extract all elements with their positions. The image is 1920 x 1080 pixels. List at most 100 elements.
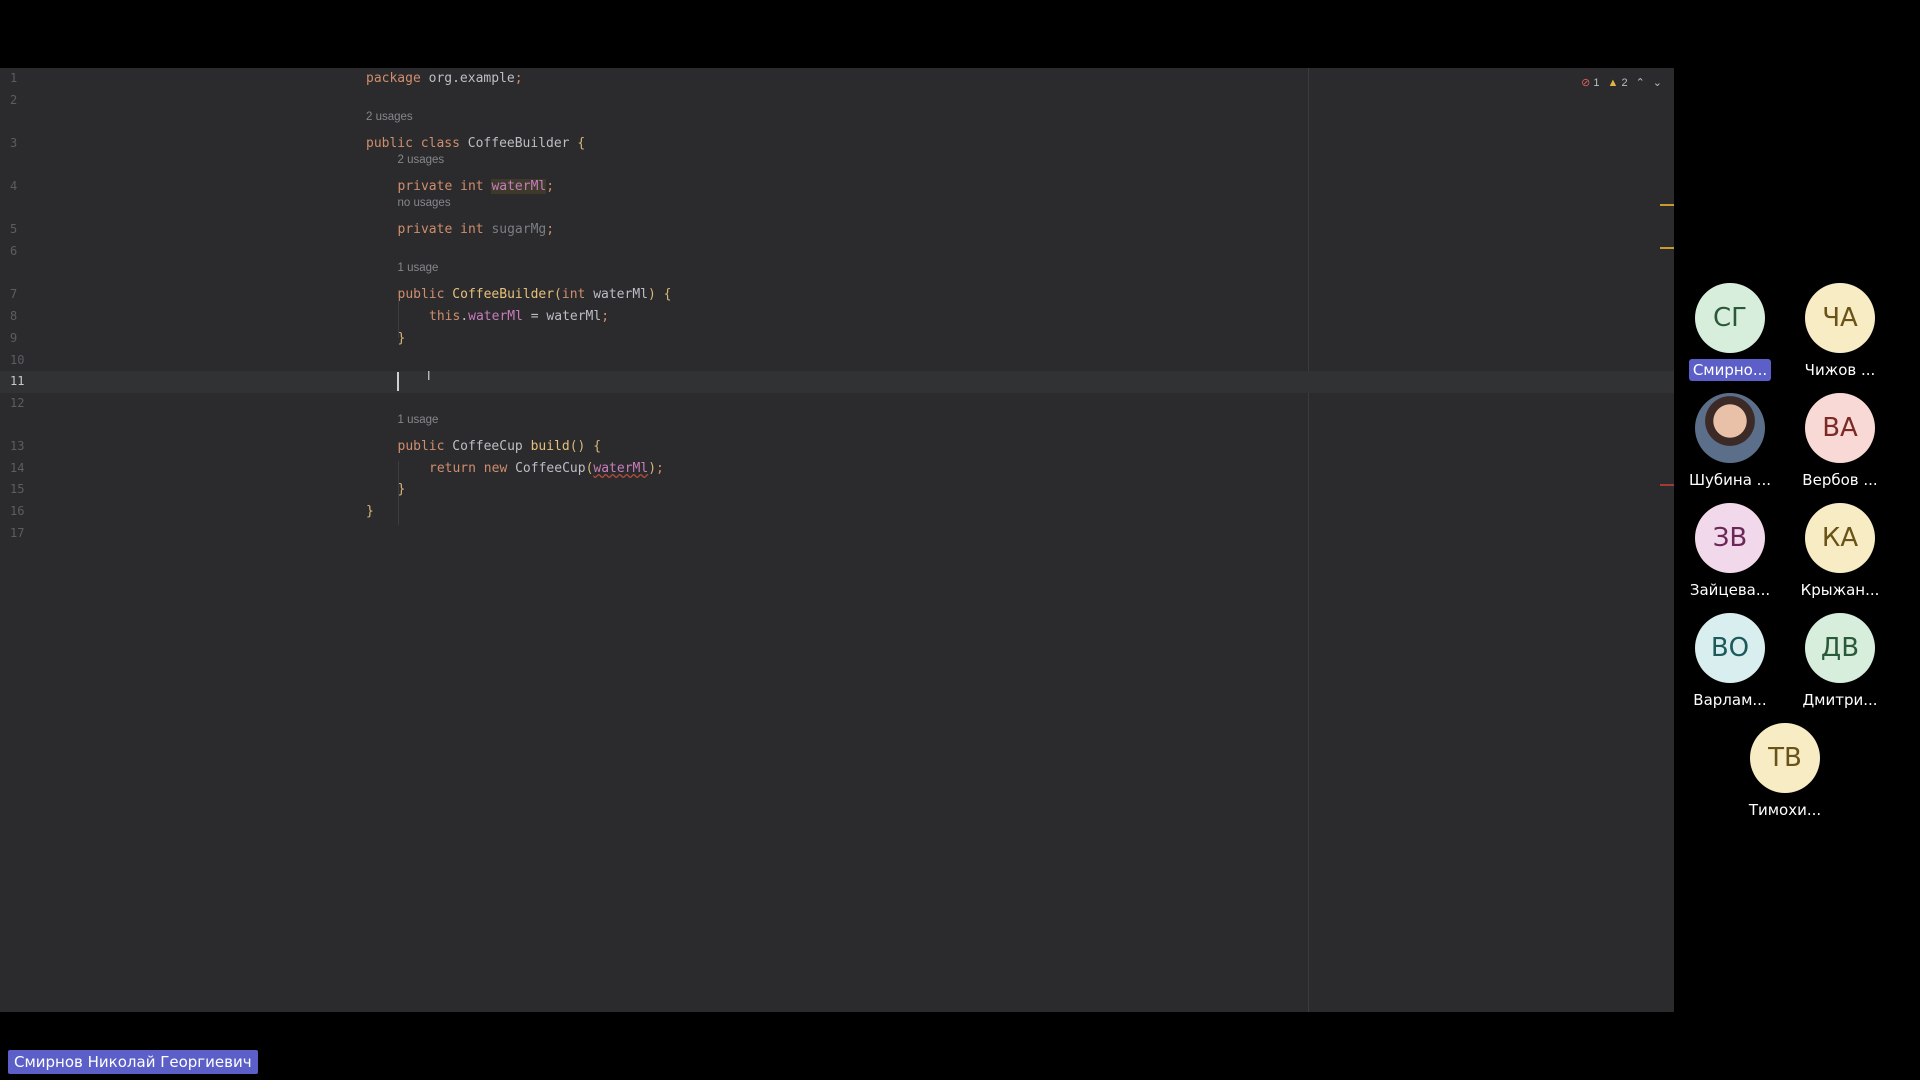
line-number[interactable]: 12 bbox=[10, 393, 24, 415]
participant-avatar: ВО bbox=[1695, 613, 1765, 683]
line-number[interactable]: 11 bbox=[10, 371, 24, 393]
participant-tile[interactable]: ЧА Чижов ... bbox=[1785, 283, 1895, 386]
code-token: CoffeeBuilder bbox=[452, 287, 555, 302]
participant-avatar: ТВ bbox=[1750, 723, 1820, 793]
code-token: ; bbox=[656, 461, 664, 476]
warning-marker[interactable] bbox=[1660, 204, 1674, 206]
participant-tile[interactable]: СГ Смирно... bbox=[1675, 283, 1785, 386]
code-line[interactable]: 4 private int waterMl; bbox=[0, 176, 1674, 198]
code-text[interactable]: public class CoffeeBuilder { bbox=[366, 133, 585, 155]
code-token: { bbox=[577, 136, 586, 151]
code-token: public bbox=[366, 136, 421, 151]
participant-tile[interactable]: ЗВ Зайцева... bbox=[1675, 503, 1785, 606]
code-text[interactable]: this.waterMl = waterMl; bbox=[429, 306, 609, 328]
code-line[interactable]: 2 bbox=[0, 90, 1674, 112]
participant-photo bbox=[1695, 393, 1765, 463]
code-line[interactable]: 17 bbox=[0, 523, 1674, 545]
code-token: int bbox=[460, 179, 492, 194]
line-number[interactable]: 6 bbox=[10, 241, 17, 263]
indent-guide bbox=[398, 461, 399, 525]
code-line[interactable]: 7 public CoffeeBuilder(int waterMl) { bbox=[0, 284, 1674, 306]
code-token: class bbox=[420, 136, 468, 151]
code-line[interactable]: 1 package org.example; bbox=[0, 68, 1674, 90]
line-number[interactable]: 8 bbox=[10, 306, 17, 328]
line-number[interactable]: 16 bbox=[10, 501, 24, 523]
code-line[interactable]: 15} bbox=[0, 479, 1674, 501]
code-token: this bbox=[429, 309, 461, 324]
code-token: sugarMg bbox=[491, 222, 547, 237]
line-number[interactable]: 4 bbox=[10, 176, 17, 198]
code-token: CoffeeBuilder bbox=[467, 136, 578, 151]
participant-tile[interactable]: КА Крыжан... bbox=[1785, 503, 1895, 606]
participant-tile[interactable]: ВА Вербов ... bbox=[1785, 393, 1895, 496]
code-token: return bbox=[429, 461, 484, 476]
code-token: ; bbox=[546, 222, 555, 237]
code-token: public bbox=[397, 287, 453, 302]
line-number[interactable]: 17 bbox=[10, 523, 24, 545]
participant-tile[interactable]: ВО Варлам... bbox=[1675, 613, 1785, 716]
line-number[interactable]: 15 bbox=[10, 479, 24, 501]
indent-guide bbox=[398, 298, 399, 338]
code-token: } bbox=[366, 504, 374, 519]
line-number[interactable]: 5 bbox=[10, 219, 17, 241]
usages-hint[interactable]: 2 usages bbox=[366, 111, 413, 123]
code-token: CoffeeCup bbox=[452, 439, 531, 454]
code-line[interactable]: 10 bbox=[0, 350, 1674, 372]
participant-avatar: ДВ bbox=[1805, 613, 1875, 683]
code-token: org.example bbox=[428, 71, 515, 86]
code-token: new bbox=[483, 461, 516, 476]
line-number[interactable]: 3 bbox=[10, 133, 17, 155]
code-text[interactable]: private int sugarMg; bbox=[398, 219, 555, 241]
code-line[interactable]: 6 bbox=[0, 241, 1674, 263]
code-token: int bbox=[460, 222, 492, 237]
line-number[interactable]: 10 bbox=[10, 350, 24, 372]
code-token: ) bbox=[648, 461, 657, 476]
code-token: private bbox=[397, 222, 461, 237]
participant-tile[interactable]: ДВ Дмитри... bbox=[1785, 613, 1895, 716]
code-text[interactable]: public CoffeeCup build() { bbox=[398, 436, 602, 458]
usages-hint[interactable]: 1 usage bbox=[398, 414, 439, 426]
code-text[interactable]: return new CoffeeCup(waterMl); bbox=[429, 458, 664, 480]
code-line[interactable]: 11 bbox=[0, 371, 1674, 393]
participant-tile[interactable]: Шубина ... bbox=[1675, 393, 1785, 496]
usages-hint[interactable]: 2 usages bbox=[398, 154, 445, 166]
code-line[interactable]: 16} bbox=[0, 501, 1674, 523]
line-number[interactable]: 2 bbox=[10, 90, 17, 112]
code-token: build bbox=[530, 439, 570, 454]
shared-screen: ⊘ 1 ▲ 2 ⌃ ⌄ 1 package org.example; 2 3 publi… bbox=[0, 68, 1674, 1012]
code-line[interactable]: 5 private int sugarMg; bbox=[0, 219, 1674, 241]
code-editor[interactable]: ⊘ 1 ▲ 2 ⌃ ⌄ 1 package org.example; 2 3 publi… bbox=[0, 68, 1674, 1012]
code-text[interactable]: public CoffeeBuilder(int waterMl) { bbox=[398, 284, 672, 306]
line-number[interactable]: 14 bbox=[10, 458, 24, 480]
code-line[interactable]: 9} bbox=[0, 328, 1674, 350]
code-line[interactable]: 3 public class CoffeeBuilder { bbox=[0, 133, 1674, 155]
code-token: CoffeeCup bbox=[515, 461, 586, 476]
code-token: int bbox=[561, 287, 594, 302]
line-number[interactable]: 7 bbox=[10, 284, 17, 306]
code-line[interactable]: 13 public CoffeeCup build() { bbox=[0, 436, 1674, 458]
usages-hint[interactable]: 1 usage bbox=[398, 262, 439, 274]
participant-tile[interactable]: ТВ Тимохи... bbox=[1730, 723, 1840, 826]
code-line[interactable]: 8 this.waterMl = waterMl; bbox=[0, 306, 1674, 328]
code-token: waterMl bbox=[593, 461, 649, 476]
participant-avatar: ЧА bbox=[1805, 283, 1875, 353]
code-text[interactable]: package org.example; bbox=[366, 68, 523, 90]
code-token: . bbox=[460, 309, 469, 324]
line-number[interactable]: 13 bbox=[10, 436, 24, 458]
code-line[interactable]: 12 bbox=[0, 393, 1674, 415]
line-number[interactable]: 9 bbox=[10, 328, 17, 350]
line-number[interactable]: 1 bbox=[10, 68, 17, 90]
usages-hint[interactable]: no usages bbox=[398, 197, 451, 209]
code-text[interactable]: private int waterMl; bbox=[398, 176, 555, 198]
participant-name: Вербов ... bbox=[1802, 471, 1878, 489]
participant-name: Дмитри... bbox=[1802, 691, 1878, 709]
code-text[interactable]: } bbox=[366, 501, 374, 523]
code-token: package bbox=[366, 71, 429, 86]
code-token: = waterMl bbox=[522, 309, 602, 324]
participant-avatar: КА bbox=[1805, 503, 1875, 573]
participant-name: Смирно... bbox=[1688, 359, 1772, 381]
speaker-name-label: Смирнов Николай Георгиевич bbox=[8, 1050, 258, 1074]
code-token: ; bbox=[546, 179, 555, 194]
code-line[interactable]: 14 return new CoffeeCup(waterMl); bbox=[0, 458, 1674, 480]
code-token: waterMl bbox=[593, 287, 648, 302]
